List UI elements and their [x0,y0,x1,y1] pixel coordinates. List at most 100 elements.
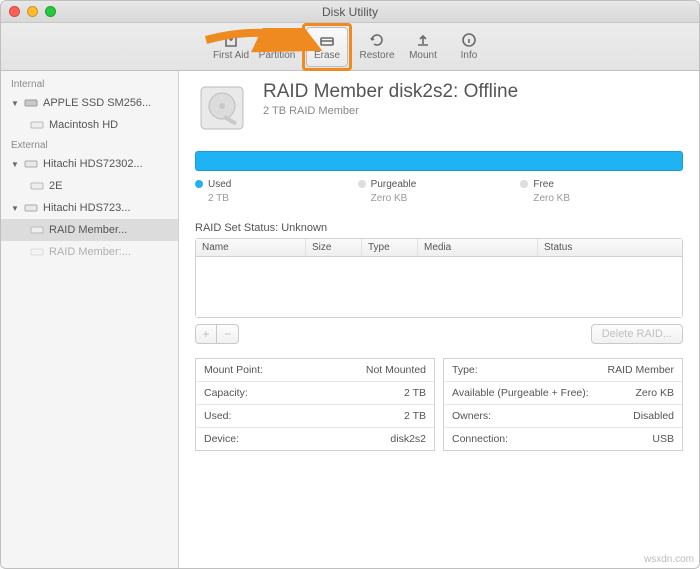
owners-value: Disabled [633,410,674,422]
sidebar-item-label: 2E [49,180,62,192]
col-size[interactable]: Size [306,239,362,256]
device-value: disk2s2 [390,433,426,445]
info-label: Info [461,50,478,61]
used-key: Used: [204,410,231,422]
restore-button[interactable]: Restore [356,27,398,67]
mount-button[interactable]: Mount [402,27,444,67]
sidebar-item-label: Hitachi HDS723... [43,202,130,214]
first-aid-icon [223,32,239,48]
sidebar-item-raid-member-selected[interactable]: RAID Member... [1,219,178,241]
sidebar-item-label: APPLE SSD SM256... [43,97,151,109]
sidebar-item-label: Hitachi HDS72302... [43,158,143,170]
col-media[interactable]: Media [418,239,538,256]
sidebar: Internal ▼ APPLE SSD SM256... Macintosh … [1,71,179,568]
connection-value: USB [652,433,674,445]
purgeable-dot-icon [358,180,366,188]
watermark: wsxdn.com [644,554,694,565]
maximize-icon[interactable] [45,6,56,17]
chevron-down-icon: ▼ [11,204,19,213]
volume-icon [29,244,45,260]
chevron-down-icon: ▼ [11,99,19,108]
partition-label: Partition [259,50,296,61]
volume-title: RAID Member disk2s2: Offline [263,81,518,103]
used-dot-icon [195,180,203,188]
sidebar-item-hitachi1[interactable]: ▼ Hitachi HDS72302... [1,153,178,175]
used-value: 2 TB [404,410,426,422]
toolbar: First Aid Partition Erase Restore Mount … [1,23,699,71]
content: Internal ▼ APPLE SSD SM256... Macintosh … [1,71,699,568]
raid-table: Name Size Type Media Status [195,238,683,318]
device-key: Device: [204,433,239,445]
volume-subtitle: 2 TB RAID Member [263,105,518,117]
raid-table-footer: + − Delete RAID... [195,324,683,344]
window: Disk Utility First Aid Partition Erase R… [0,0,700,569]
raid-table-header: Name Size Type Media Status [196,239,682,257]
used-value: 2 TB [208,193,358,204]
chevron-down-icon: ▼ [11,160,19,169]
sidebar-item-raid-member-dim[interactable]: RAID Member:... [1,241,178,263]
titlebar: Disk Utility [1,1,699,23]
mount-label: Mount [409,50,437,61]
purgeable-label: Purgeable [371,179,417,190]
info-table-right: Type:RAID Member Available (Purgeable + … [443,358,683,451]
mount-point-value: Not Mounted [366,364,426,376]
volume-icon [29,222,45,238]
restore-label: Restore [359,50,394,61]
delete-raid-button[interactable]: Delete RAID... [591,324,683,344]
sidebar-item-hitachi2[interactable]: ▼ Hitachi HDS723... [1,197,178,219]
sidebar-item-macintosh-hd[interactable]: Macintosh HD [1,114,178,136]
capacity-key: Capacity: [204,387,248,399]
erase-icon [319,32,335,48]
type-key: Type: [452,364,478,376]
main-panel: RAID Member disk2s2: Offline 2 TB RAID M… [179,71,699,568]
hdd-icon [23,200,39,216]
add-remove-group: + − [195,324,239,344]
first-aid-button[interactable]: First Aid [210,27,252,67]
partition-icon [269,32,285,48]
free-dot-icon [520,180,528,188]
restore-icon [369,32,385,48]
drive-icon [195,81,249,135]
used-label: Used [208,179,231,190]
raid-status-label: RAID Set Status: Unknown [195,222,683,234]
mount-point-key: Mount Point: [204,364,263,376]
col-status[interactable]: Status [538,239,682,256]
add-button[interactable]: + [195,324,217,344]
sidebar-item-label: RAID Member... [49,224,127,236]
usage-legend: Used 2 TB Purgeable Zero KB Free Zero KB [195,179,683,204]
hdd-icon [23,156,39,172]
col-name[interactable]: Name [196,239,306,256]
remove-button[interactable]: − [217,324,239,344]
sidebar-item-apple-ssd[interactable]: ▼ APPLE SSD SM256... [1,92,178,114]
volume-header: RAID Member disk2s2: Offline 2 TB RAID M… [195,81,683,135]
mount-icon [415,32,431,48]
available-value: Zero KB [635,387,674,399]
col-type[interactable]: Type [362,239,418,256]
owners-key: Owners: [452,410,491,422]
ssd-icon [23,95,39,111]
volume-icon [29,178,45,194]
usage-bar [195,151,683,171]
info-button[interactable]: Info [448,27,490,67]
partition-button[interactable]: Partition [256,27,298,67]
free-value: Zero KB [533,193,683,204]
sidebar-section-internal: Internal [1,75,178,92]
sidebar-section-external: External [1,136,178,153]
free-label: Free [533,179,554,190]
sidebar-item-label: RAID Member:... [49,246,131,258]
info-grid: Mount Point: Not Mounted Capacity: 2 TB Us… [195,358,683,451]
capacity-value: 2 TB [404,387,426,399]
erase-button[interactable]: Erase [306,27,348,67]
connection-key: Connection: [452,433,508,445]
close-icon[interactable] [9,6,20,17]
sidebar-item-2e[interactable]: 2E [1,175,178,197]
minimize-icon[interactable] [27,6,38,17]
available-key: Available (Purgeable + Free): [452,387,589,399]
purgeable-value: Zero KB [371,193,521,204]
window-title: Disk Utility [1,5,699,19]
info-icon [461,32,477,48]
sidebar-item-label: Macintosh HD [49,119,118,131]
info-table-left: Mount Point: Not Mounted Capacity: 2 TB Us… [195,358,435,451]
volume-icon [29,117,45,133]
traffic-lights [9,6,56,17]
